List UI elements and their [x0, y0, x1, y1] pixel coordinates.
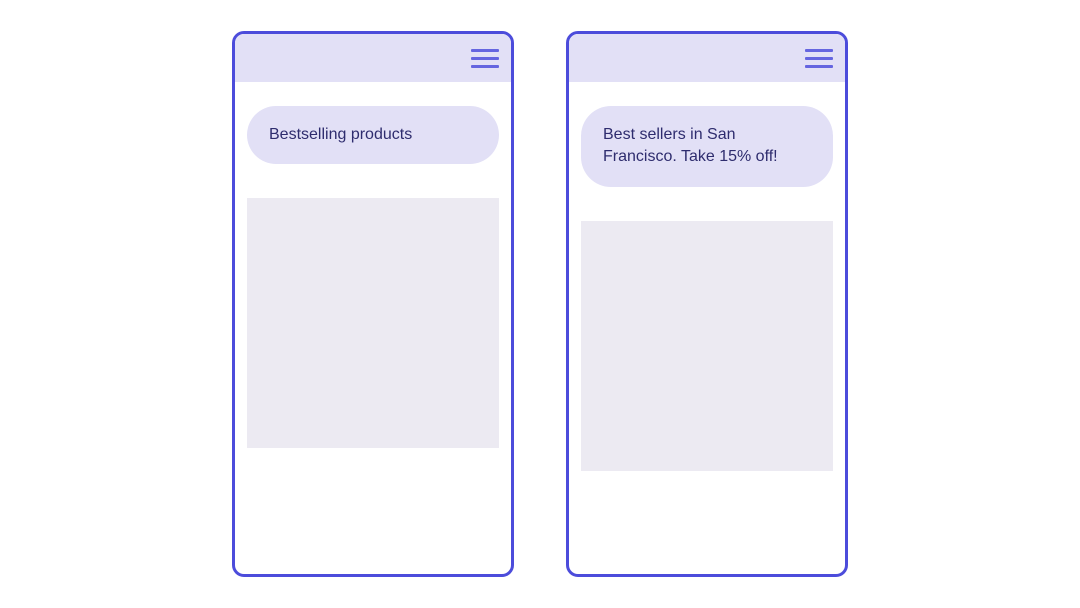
- content-area: Bestselling products: [235, 82, 511, 574]
- image-placeholder: [581, 221, 833, 471]
- hamburger-line: [471, 65, 499, 68]
- phone-frame-left: Bestselling products: [232, 31, 514, 577]
- header-bar: [235, 34, 511, 82]
- content-area: Best sellers in San Francisco. Take 15% …: [569, 82, 845, 574]
- banner-pill: Best sellers in San Francisco. Take 15% …: [581, 106, 833, 187]
- hamburger-line: [805, 65, 833, 68]
- hamburger-line: [471, 49, 499, 52]
- hamburger-line: [471, 57, 499, 60]
- hamburger-line: [805, 49, 833, 52]
- hamburger-menu-icon[interactable]: [805, 49, 833, 68]
- hamburger-line: [805, 57, 833, 60]
- header-bar: [569, 34, 845, 82]
- hamburger-menu-icon[interactable]: [471, 49, 499, 68]
- image-placeholder: [247, 198, 499, 448]
- phone-frame-right: Best sellers in San Francisco. Take 15% …: [566, 31, 848, 577]
- banner-text: Best sellers in San Francisco. Take 15% …: [603, 126, 778, 165]
- banner-text: Bestselling products: [269, 126, 412, 143]
- banner-pill: Bestselling products: [247, 106, 499, 164]
